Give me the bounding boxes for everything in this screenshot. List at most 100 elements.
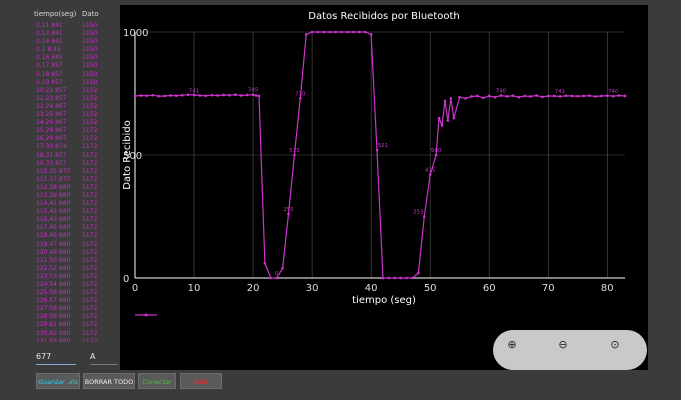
time-cell: 129.61 880 <box>36 321 71 329</box>
value-cell: 1172 <box>82 224 98 232</box>
data-point <box>369 33 373 36</box>
time-cell: 118.46 880 <box>36 232 71 240</box>
time-cell: 0.18 857 <box>36 70 63 78</box>
data-point <box>523 94 526 98</box>
table-row: 0.11 841 1150 <box>36 22 116 30</box>
table-row: 19.33 877 1172 <box>36 160 116 168</box>
data-label: 730 <box>295 91 306 97</box>
data-point <box>582 94 585 98</box>
time-cell: 131.63 880 <box>36 337 71 342</box>
time-cell: 113.39 880 <box>36 191 71 199</box>
data-label: 415 <box>425 168 436 174</box>
table-row: 121.50 880 1172 <box>36 257 116 265</box>
value-cell: 1150 <box>82 46 98 54</box>
table-row: 125.56 880 1172 <box>36 289 116 297</box>
value-input[interactable]: 677 <box>36 352 76 365</box>
table-row: 13.25 867 1152 <box>36 111 116 119</box>
data-point <box>552 94 556 98</box>
data-point <box>304 33 308 36</box>
value-cell: 1172 <box>82 281 98 288</box>
value-cell: 1150 <box>82 62 98 70</box>
data-point <box>529 95 532 98</box>
exit-button[interactable]: Salir <box>180 373 222 389</box>
x-tick-label: 70 <box>542 283 555 294</box>
table-row: 14.26 867 1152 <box>36 119 116 127</box>
table-row: 0.14 841 1150 <box>36 38 116 46</box>
chart-panel[interactable]: Datos Recibidos por Bluetooth 0 10 20 30 40 50… <box>120 5 648 370</box>
table-row: 15.28 867 1172 <box>36 127 116 135</box>
data-point <box>322 30 326 34</box>
value-cell: 1172 <box>82 321 98 329</box>
time-cell: 128.59 880 <box>36 313 71 321</box>
data-point <box>449 97 453 100</box>
zoom-out-icon[interactable]: ⊖ <box>556 338 570 352</box>
table-row: 18.31 877 1172 <box>36 152 116 160</box>
save-xls-button[interactable]: Guardar .xls <box>36 373 80 389</box>
time-cell: 16.29 867 <box>36 135 67 143</box>
value-cell: 1150 <box>82 70 98 78</box>
chart-title: Datos Recibidos por Bluetooth <box>308 11 459 22</box>
table-row: 122.52 880 1172 <box>36 265 116 273</box>
data-point <box>151 93 155 97</box>
data-list[interactable]: 0.11 841 1150 0.13 841 1150 0.14 841 1150 0.1 … <box>36 22 116 342</box>
zoom-reset-icon[interactable]: ⊙ <box>608 338 622 352</box>
data-label: 255 <box>283 207 294 213</box>
left-panel: tiempo(seg) Dato 0.11 841 1150 0.13 841 115… <box>0 0 222 400</box>
data-point <box>417 271 420 275</box>
data-point <box>440 124 444 127</box>
table-row: 127.58 880 1172 <box>36 305 116 313</box>
data-label: 741 <box>189 89 200 95</box>
value-cell: 1172 <box>82 289 98 297</box>
data-point <box>464 97 467 100</box>
value-cell: 1172 <box>82 216 98 224</box>
char-input[interactable]: A <box>90 352 118 365</box>
data-point <box>222 93 225 97</box>
table-row: 0.18 857 1150 <box>36 71 116 79</box>
data-point <box>422 215 426 218</box>
y-tick-label: 0 <box>123 274 129 285</box>
data-label: 253 <box>413 210 424 216</box>
table-row: 12.24 867 1152 <box>36 103 116 111</box>
time-cell: 17.30 874 <box>36 143 67 151</box>
time-cell: 114.41 880 <box>36 200 71 208</box>
data-point <box>476 94 479 98</box>
x-axis-label: tiempo (seg) <box>352 295 416 306</box>
value-cell: 1172 <box>82 248 98 256</box>
table-row: 118.46 880 1172 <box>36 232 116 240</box>
data-point <box>239 94 243 97</box>
value-cell: 1172 <box>82 329 98 337</box>
value-cell: 1172 <box>82 191 98 199</box>
data-point <box>254 94 258 97</box>
value-cell: 1172 <box>82 240 98 248</box>
clear-all-button[interactable]: BORRAR TODO <box>83 373 135 389</box>
data-label: 741 <box>555 89 566 95</box>
table-row: 17.30 874 1172 <box>36 143 116 151</box>
zoom-in-icon[interactable]: ⊕ <box>505 338 519 352</box>
y-axis-label: Dato Recibido <box>122 120 133 190</box>
value-cell: 1172 <box>82 208 98 216</box>
line-chart: Datos Recibidos por Bluetooth 0 10 20 30 40 50… <box>122 11 627 317</box>
value-cell: 1152 <box>82 86 98 94</box>
data-point <box>576 94 580 98</box>
data-point <box>375 148 379 152</box>
connect-button[interactable]: Conectar <box>138 373 176 389</box>
data-point <box>346 30 349 34</box>
table-row: 112.38 880 1172 <box>36 184 116 192</box>
data-point <box>175 94 178 98</box>
data-point <box>443 99 447 103</box>
x-tick-label: 0 <box>132 283 138 294</box>
table-row: 16.29 867 1172 <box>36 135 116 143</box>
value-cell: 1172 <box>82 135 98 143</box>
x-tick-label: 80 <box>601 283 614 294</box>
time-cell: 19.33 877 <box>36 159 67 167</box>
data-point <box>163 94 166 98</box>
data-point <box>299 97 302 100</box>
time-cell: 15.28 867 <box>36 127 67 135</box>
value-cell: 1172 <box>82 159 98 167</box>
table-row: 131.63 880 1172 <box>36 338 116 342</box>
value-cell: 1172 <box>82 127 98 135</box>
data-point <box>358 30 361 34</box>
data-point <box>600 94 603 98</box>
value-cell: 1172 <box>82 272 98 280</box>
data-point <box>169 94 172 97</box>
